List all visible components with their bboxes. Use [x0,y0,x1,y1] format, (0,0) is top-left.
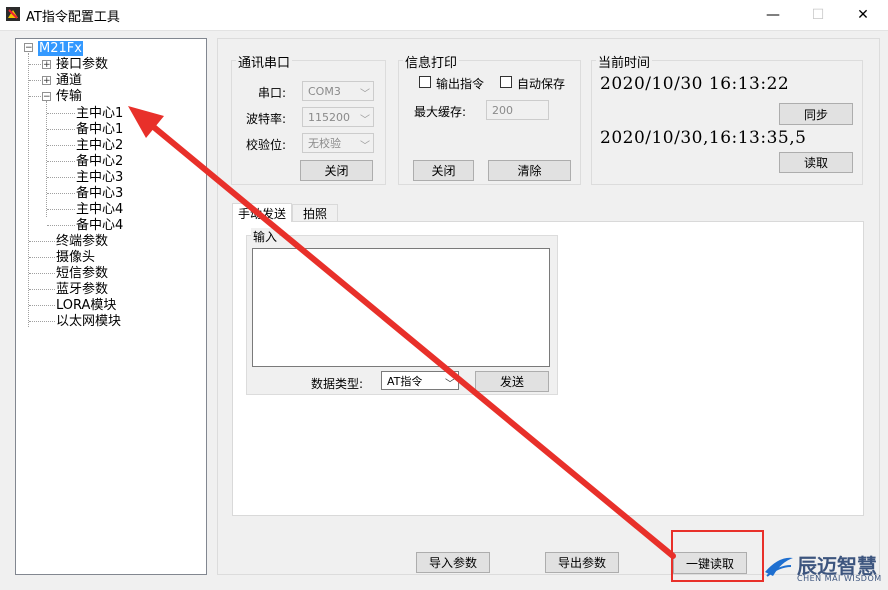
expand-icon[interactable]: + [42,76,51,86]
parity-label: 校验位: [246,138,287,152]
tree-item-ethernet[interactable]: 以太网模块 [56,314,121,329]
tree-item-lora[interactable]: LORA模块 [56,298,116,313]
tree-item-transfer[interactable]: 传输 [56,89,82,104]
expand-icon[interactable]: + [42,60,51,70]
data-type-select[interactable]: AT指令 ﹀ [381,371,459,390]
send-button[interactable]: 发送 [475,371,549,392]
baud-label: 波特率: [246,112,287,126]
collapse-icon[interactable]: − [42,92,51,102]
tree-item-interface[interactable]: 接口参数 [56,57,108,72]
maximize-button[interactable]: ☐ [795,0,841,30]
import-params-button[interactable]: 导入参数 [416,552,490,573]
root-collapse-icon[interactable]: − [24,43,33,53]
chevron-down-icon: ﹀ [360,89,370,100]
port-select[interactable]: COM3 ﹀ [302,81,374,101]
auto-save-checkbox[interactable] [500,76,512,88]
tree-item-camera[interactable]: 摄像头 [56,250,95,265]
baud-select[interactable]: 115200 ﹀ [302,107,374,127]
tree-item-main-center-2[interactable]: 主中心2 [76,138,123,153]
logo-icon [765,557,793,577]
max-cache-label: 最大缓存: [414,105,467,119]
serial-close-button[interactable]: 关闭 [300,160,373,181]
output-cmd-label: 输出指令 [436,77,485,91]
serial-group-title: 通讯串口 [236,52,293,71]
device-time-display: 2020/10/30,16:13:35,5 [600,128,807,148]
send-textarea[interactable] [252,248,550,367]
sync-button[interactable]: 同步 [779,103,853,125]
info-close-button[interactable]: 关闭 [413,160,474,181]
tree-item-backup-center-4[interactable]: 备中心4 [76,218,123,233]
export-params-button[interactable]: 导出参数 [545,552,619,573]
tree-item-main-center-4[interactable]: 主中心4 [76,202,123,217]
tree-item-backup-center-2[interactable]: 备中心2 [76,154,123,169]
annotation-highlight-box [671,530,764,582]
window-title: AT指令配置工具 [26,10,120,25]
chevron-down-icon: ﹀ [360,115,370,126]
chevron-down-icon: ﹀ [445,379,455,390]
chevron-down-icon: ﹀ [360,141,370,152]
clear-button[interactable]: 清除 [488,160,571,181]
tree-item-backup-center-3[interactable]: 备中心3 [76,186,123,201]
tree-item-bluetooth[interactable]: 蓝牙参数 [56,282,108,297]
logo-en-text: CHEN MAI WISDOM [797,574,882,583]
app-icon [6,7,20,21]
parity-select[interactable]: 无校验 ﹀ [302,133,374,153]
minimize-button[interactable]: — [750,0,796,30]
tree-item-sms[interactable]: 短信参数 [56,266,108,281]
tree-item-main-center-3[interactable]: 主中心3 [76,170,123,185]
max-cache-input[interactable]: 200 [486,100,549,120]
input-group-title: 输入 [251,228,280,245]
auto-save-label: 自动保存 [517,77,566,91]
title-bar: AT指令配置工具 — ☐ ✕ [0,0,888,30]
close-button[interactable]: ✕ [840,0,886,30]
brand-logo: 辰迈智慧 CHEN MAI WISDOM [763,546,888,590]
tab-manual-send[interactable]: 手动发送 [232,203,292,222]
tree-item-backup-center-1[interactable]: 备中心1 [76,122,123,137]
read-time-button[interactable]: 读取 [779,152,853,173]
tab-photo[interactable]: 拍照 [292,204,338,222]
port-label: 串口: [258,86,287,100]
config-tree[interactable]: − M21Fx + 接口参数 + 通道 − 传输 主中心1 备中心1 主中心2 … [15,38,207,575]
tree-item-main-center-1[interactable]: 主中心1 [76,106,123,121]
tree-root[interactable]: M21Fx [38,41,83,56]
tree-item-terminal[interactable]: 终端参数 [56,234,108,249]
tree-item-channel[interactable]: 通道 [56,73,82,88]
data-type-label: 数据类型: [311,377,364,391]
output-cmd-checkbox[interactable] [419,76,431,88]
time-group-title: 当前时间 [596,52,653,71]
info-group-title: 信息打印 [403,52,460,71]
pc-time-display: 2020/10/30 16:13:22 [600,74,790,94]
